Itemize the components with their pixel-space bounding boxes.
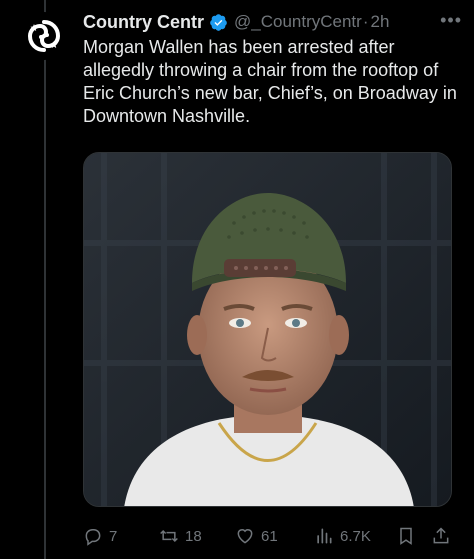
tweet-header: Country Centr @_CountryCentr · 2h •••	[83, 10, 464, 34]
views-count: 6.7K	[340, 527, 371, 545]
separator-dot: ·	[362, 12, 369, 31]
views-button[interactable]: 6.7K	[314, 526, 371, 546]
reply-count: 7	[109, 527, 118, 545]
bookmark-button[interactable]	[396, 526, 416, 546]
reply-icon	[85, 529, 101, 546]
avatar[interactable]	[20, 12, 68, 60]
views-chart-icon	[317, 528, 332, 544]
reply-button[interactable]: 7	[83, 526, 117, 546]
bookmark-icon	[400, 527, 412, 545]
retweet-button[interactable]: 18	[159, 526, 202, 546]
tweet-text: Morgan Wallen has been arrested after al…	[83, 37, 457, 126]
share-icon	[433, 527, 449, 544]
photo-illustration	[84, 153, 451, 506]
display-name[interactable]: Country Centr	[83, 12, 204, 33]
more-options-icon[interactable]: •••	[440, 10, 462, 31]
like-count: 61	[261, 527, 278, 545]
country-central-logo-icon	[27, 20, 61, 52]
like-button[interactable]: 61	[235, 526, 278, 546]
retweet-icon	[160, 529, 178, 543]
heart-icon	[237, 529, 253, 544]
tweet-photo[interactable]	[83, 152, 452, 507]
share-button[interactable]	[431, 526, 451, 546]
handle[interactable]: @_CountryCentr	[234, 12, 362, 32]
thread-line	[44, 0, 46, 559]
verified-badge-icon	[210, 13, 227, 31]
tweet-actions: 7 18 61 6.7K	[83, 524, 469, 548]
retweet-count: 18	[185, 527, 202, 545]
timestamp[interactable]: 2h	[370, 12, 389, 32]
